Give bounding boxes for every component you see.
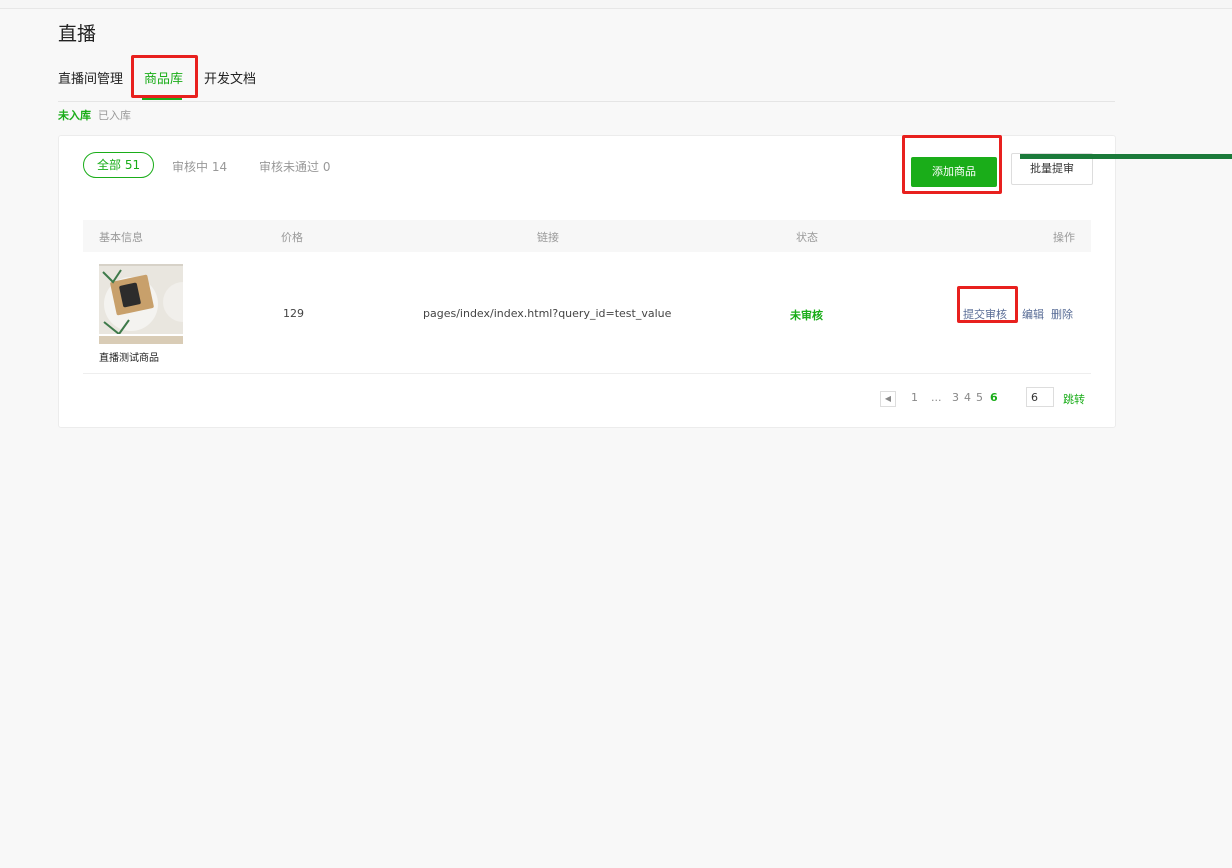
page-link-1[interactable]: 1 (911, 391, 918, 404)
product-thumbnail (99, 264, 183, 344)
table-header: 基本信息 价格 链接 状态 操作 (83, 220, 1091, 252)
tab-product-library[interactable]: 商品库 (144, 68, 183, 87)
subtab-stocked[interactable]: 已入库 (98, 107, 131, 123)
add-product-button[interactable]: 添加商品 (911, 157, 997, 187)
tab-dev-docs[interactable]: 开发文档 (204, 68, 256, 87)
product-list-card: 全部 51 审核中 14 审核未通过 0 批量提审 添加商品 基本信息 价格 链… (58, 135, 1116, 428)
page-title: 直播 (58, 23, 97, 45)
submit-review-link[interactable]: 提交审核 (963, 306, 1007, 322)
page-link-3[interactable]: 3 (952, 391, 959, 404)
header-status: 状态 (796, 231, 818, 244)
header-link: 链接 (537, 231, 559, 244)
header-actions: 操作 (1053, 231, 1075, 244)
page-ellipsis: ... (931, 391, 942, 404)
filter-all[interactable]: 全部 51 (83, 152, 155, 178)
tab-bar: 直播间管理 商品库 开发文档 (58, 68, 1115, 102)
edit-link[interactable]: 编辑 (1022, 306, 1044, 322)
active-tab-indicator (142, 98, 182, 100)
page-link-current[interactable]: 6 (990, 391, 998, 404)
table-row: 直播测试商品 129 pages/index/index.html?query_… (83, 252, 1091, 374)
chevron-left-icon[interactable]: ◀ (880, 391, 896, 407)
product-name: 直播测试商品 (99, 353, 159, 364)
subtab-not-stocked[interactable]: 未入库 (58, 107, 91, 123)
product-price: 129 (283, 307, 304, 320)
filter-reviewing[interactable]: 审核中 14 (172, 158, 227, 175)
delete-link[interactable]: 删除 (1051, 306, 1073, 322)
page-jump-input[interactable] (1026, 387, 1054, 407)
page-link-5[interactable]: 5 (976, 391, 983, 404)
header-price: 价格 (281, 231, 303, 244)
page-jump-button[interactable]: 跳转 (1063, 391, 1085, 407)
batch-submit-button[interactable]: 批量提审 (1011, 153, 1093, 185)
product-link: pages/index/index.html?query_id=test_val… (423, 307, 672, 320)
header-basic-info: 基本信息 (99, 231, 143, 244)
tab-live-room-management[interactable]: 直播间管理 (58, 68, 123, 87)
filter-rejected[interactable]: 审核未通过 0 (259, 158, 330, 175)
page-link-4[interactable]: 4 (964, 391, 971, 404)
page: 直播 直播间管理 商品库 开发文档 未入库 已入库 全部 51 审核中 14 审… (0, 8, 1232, 868)
status-badge: 未审核 (790, 309, 823, 322)
